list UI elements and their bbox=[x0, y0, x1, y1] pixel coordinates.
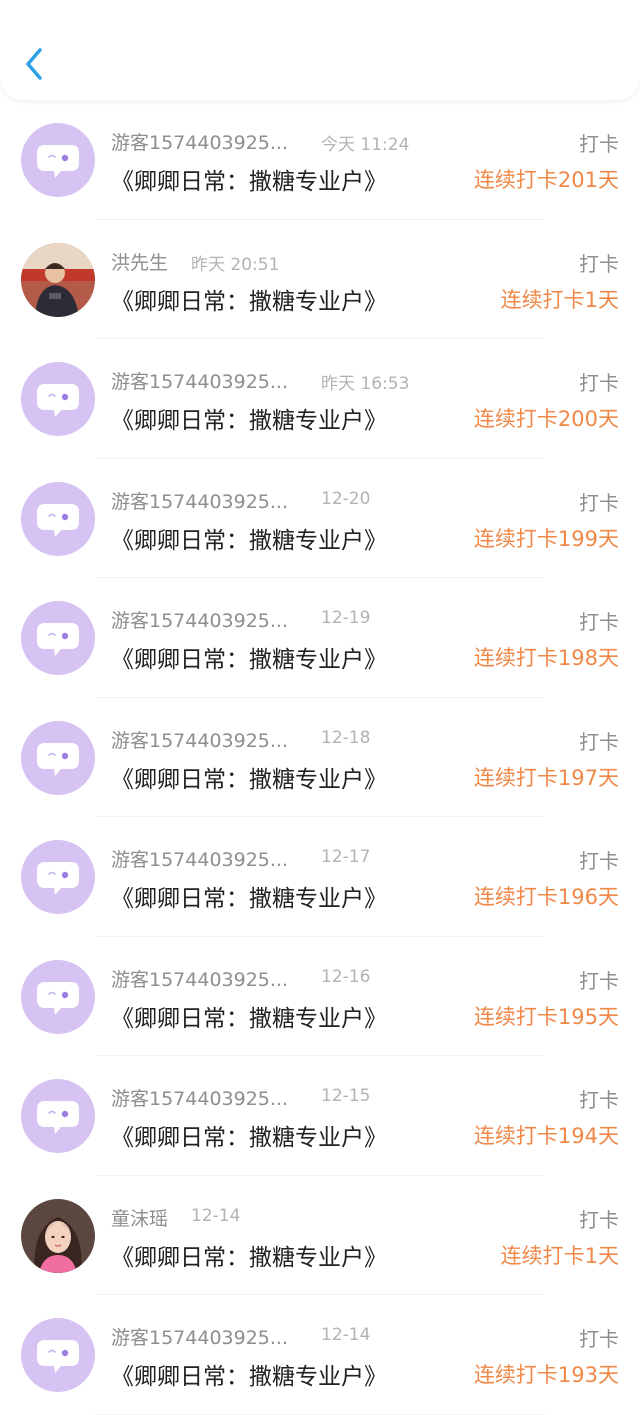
default-chat-avatar[interactable] bbox=[21, 601, 95, 675]
username: 洪先生 bbox=[111, 251, 169, 274]
book-title: 《卿卿日常：撒糖专业户》 bbox=[111, 1005, 387, 1032]
list-item[interactable]: 游客1574403925... 12-16 《卿卿日常：撒糖专业户》 打卡 连续… bbox=[0, 936, 640, 1056]
default-chat-avatar[interactable] bbox=[21, 481, 95, 556]
streak-count: 连续打卡1天 bbox=[500, 1243, 619, 1268]
username: 游客1574403925... bbox=[111, 371, 289, 393]
list-item[interactable]: 游客1574403925... 今天 11:24 《卿卿日常：撒糖专业户》 打卡… bbox=[0, 100, 640, 220]
streak-count: 连续打卡200天 bbox=[473, 407, 619, 431]
book-title: 《卿卿日常：撒糖专业户》 bbox=[111, 1244, 387, 1271]
timestamp: 12-15 bbox=[321, 1086, 371, 1106]
checkin-list: 游客1574403925... 今天 11:24 《卿卿日常：撒糖专业户》 打卡… bbox=[0, 100, 640, 1415]
list-item[interactable]: 游客1574403925... 12-18 《卿卿日常：撒糖专业户》 打卡 连续… bbox=[0, 697, 640, 817]
timestamp: 12-18 bbox=[321, 727, 371, 748]
default-chat-avatar[interactable] bbox=[21, 1318, 95, 1392]
username: 游客1574403925... bbox=[111, 1327, 289, 1349]
streak-count: 连续打卡1天 bbox=[500, 287, 619, 312]
streak-count: 连续打卡194天 bbox=[473, 1124, 619, 1148]
checkin-tag: 打卡 bbox=[579, 968, 619, 993]
timestamp: 12-17 bbox=[321, 847, 371, 867]
book-title: 《卿卿日常：撒糖专业户》 bbox=[111, 169, 387, 195]
checkin-tag: 打卡 bbox=[579, 1088, 619, 1112]
default-chat-avatar[interactable] bbox=[21, 840, 95, 914]
streak-count: 连续打卡193天 bbox=[473, 1363, 619, 1387]
default-chat-avatar[interactable] bbox=[21, 720, 95, 795]
default-chat-avatar[interactable] bbox=[21, 1079, 95, 1153]
timestamp: 昨天 20:51 bbox=[191, 254, 280, 275]
username: 游客1574403925... bbox=[111, 490, 289, 513]
username: 游客1574403925... bbox=[111, 610, 289, 632]
checkin-tag: 打卡 bbox=[579, 251, 619, 276]
timestamp: 12-14 bbox=[191, 1205, 241, 1226]
timestamp: 今天 11:24 bbox=[321, 135, 410, 155]
timestamp: 12-20 bbox=[321, 488, 371, 509]
streak-count: 连续打卡195天 bbox=[473, 1004, 619, 1029]
timestamp: 昨天 16:53 bbox=[321, 374, 410, 394]
book-title: 《卿卿日常：撒糖专业户》 bbox=[111, 288, 387, 315]
timestamp: 12-14 bbox=[321, 1325, 371, 1345]
book-title: 《卿卿日常：撒糖专业户》 bbox=[111, 1364, 387, 1390]
checkin-tag: 打卡 bbox=[579, 1207, 619, 1232]
streak-count: 连续打卡198天 bbox=[473, 646, 619, 670]
checkin-tag: 打卡 bbox=[579, 132, 619, 156]
book-title: 《卿卿日常：撒糖专业户》 bbox=[111, 1125, 387, 1151]
streak-count: 连续打卡201天 bbox=[473, 168, 619, 192]
username: 游客1574403925... bbox=[111, 729, 289, 752]
top-bar bbox=[0, 0, 640, 100]
list-item[interactable]: 洪先生 昨天 20:51 《卿卿日常：撒糖专业户》 打卡 连续打卡1天 bbox=[0, 219, 640, 339]
book-title: 《卿卿日常：撒糖专业户》 bbox=[111, 886, 387, 912]
checkin-tag: 打卡 bbox=[579, 849, 619, 873]
username: 游客1574403925... bbox=[111, 132, 289, 154]
streak-count: 连续打卡197天 bbox=[473, 765, 619, 790]
username: 游客1574403925... bbox=[111, 968, 289, 991]
child-photo-avatar[interactable] bbox=[21, 242, 95, 317]
username: 游客1574403925... bbox=[111, 1088, 289, 1110]
checkin-tag: 打卡 bbox=[579, 610, 619, 634]
list-item[interactable]: 游客1574403925... 12-17 《卿卿日常：撒糖专业户》 打卡 连续… bbox=[0, 817, 640, 937]
checkin-tag: 打卡 bbox=[579, 1327, 619, 1351]
default-chat-avatar[interactable] bbox=[21, 959, 95, 1034]
default-chat-avatar[interactable] bbox=[21, 362, 95, 436]
girl-photo-avatar[interactable] bbox=[21, 1198, 95, 1273]
book-title: 《卿卿日常：撒糖专业户》 bbox=[111, 527, 387, 554]
checkin-tag: 打卡 bbox=[579, 490, 619, 515]
list-item[interactable]: 游客1574403925... 12-14 《卿卿日常：撒糖专业户》 打卡 连续… bbox=[0, 1295, 640, 1415]
book-title: 《卿卿日常：撒糖专业户》 bbox=[111, 408, 387, 434]
timestamp: 12-19 bbox=[321, 608, 371, 628]
list-item[interactable]: 童沫瑶 12-14 《卿卿日常：撒糖专业户》 打卡 连续打卡1天 bbox=[0, 1175, 640, 1295]
username: 游客1574403925... bbox=[111, 849, 289, 871]
streak-count: 连续打卡199天 bbox=[473, 526, 619, 551]
checkin-tag: 打卡 bbox=[579, 729, 619, 754]
book-title: 《卿卿日常：撒糖专业户》 bbox=[111, 766, 387, 793]
list-item[interactable]: 游客1574403925... 昨天 16:53 《卿卿日常：撒糖专业户》 打卡… bbox=[0, 339, 640, 459]
timestamp: 12-16 bbox=[321, 966, 371, 987]
streak-count: 连续打卡196天 bbox=[473, 885, 619, 909]
username: 童沫瑶 bbox=[111, 1207, 169, 1230]
checkin-tag: 打卡 bbox=[579, 371, 619, 395]
chevron-left-icon[interactable] bbox=[18, 44, 50, 84]
book-title: 《卿卿日常：撒糖专业户》 bbox=[111, 647, 387, 673]
list-item[interactable]: 游客1574403925... 12-19 《卿卿日常：撒糖专业户》 打卡 连续… bbox=[0, 578, 640, 698]
default-chat-avatar[interactable] bbox=[21, 123, 95, 197]
list-item[interactable]: 游客1574403925... 12-15 《卿卿日常：撒糖专业户》 打卡 连续… bbox=[0, 1056, 640, 1176]
list-item[interactable]: 游客1574403925... 12-20 《卿卿日常：撒糖专业户》 打卡 连续… bbox=[0, 458, 640, 578]
